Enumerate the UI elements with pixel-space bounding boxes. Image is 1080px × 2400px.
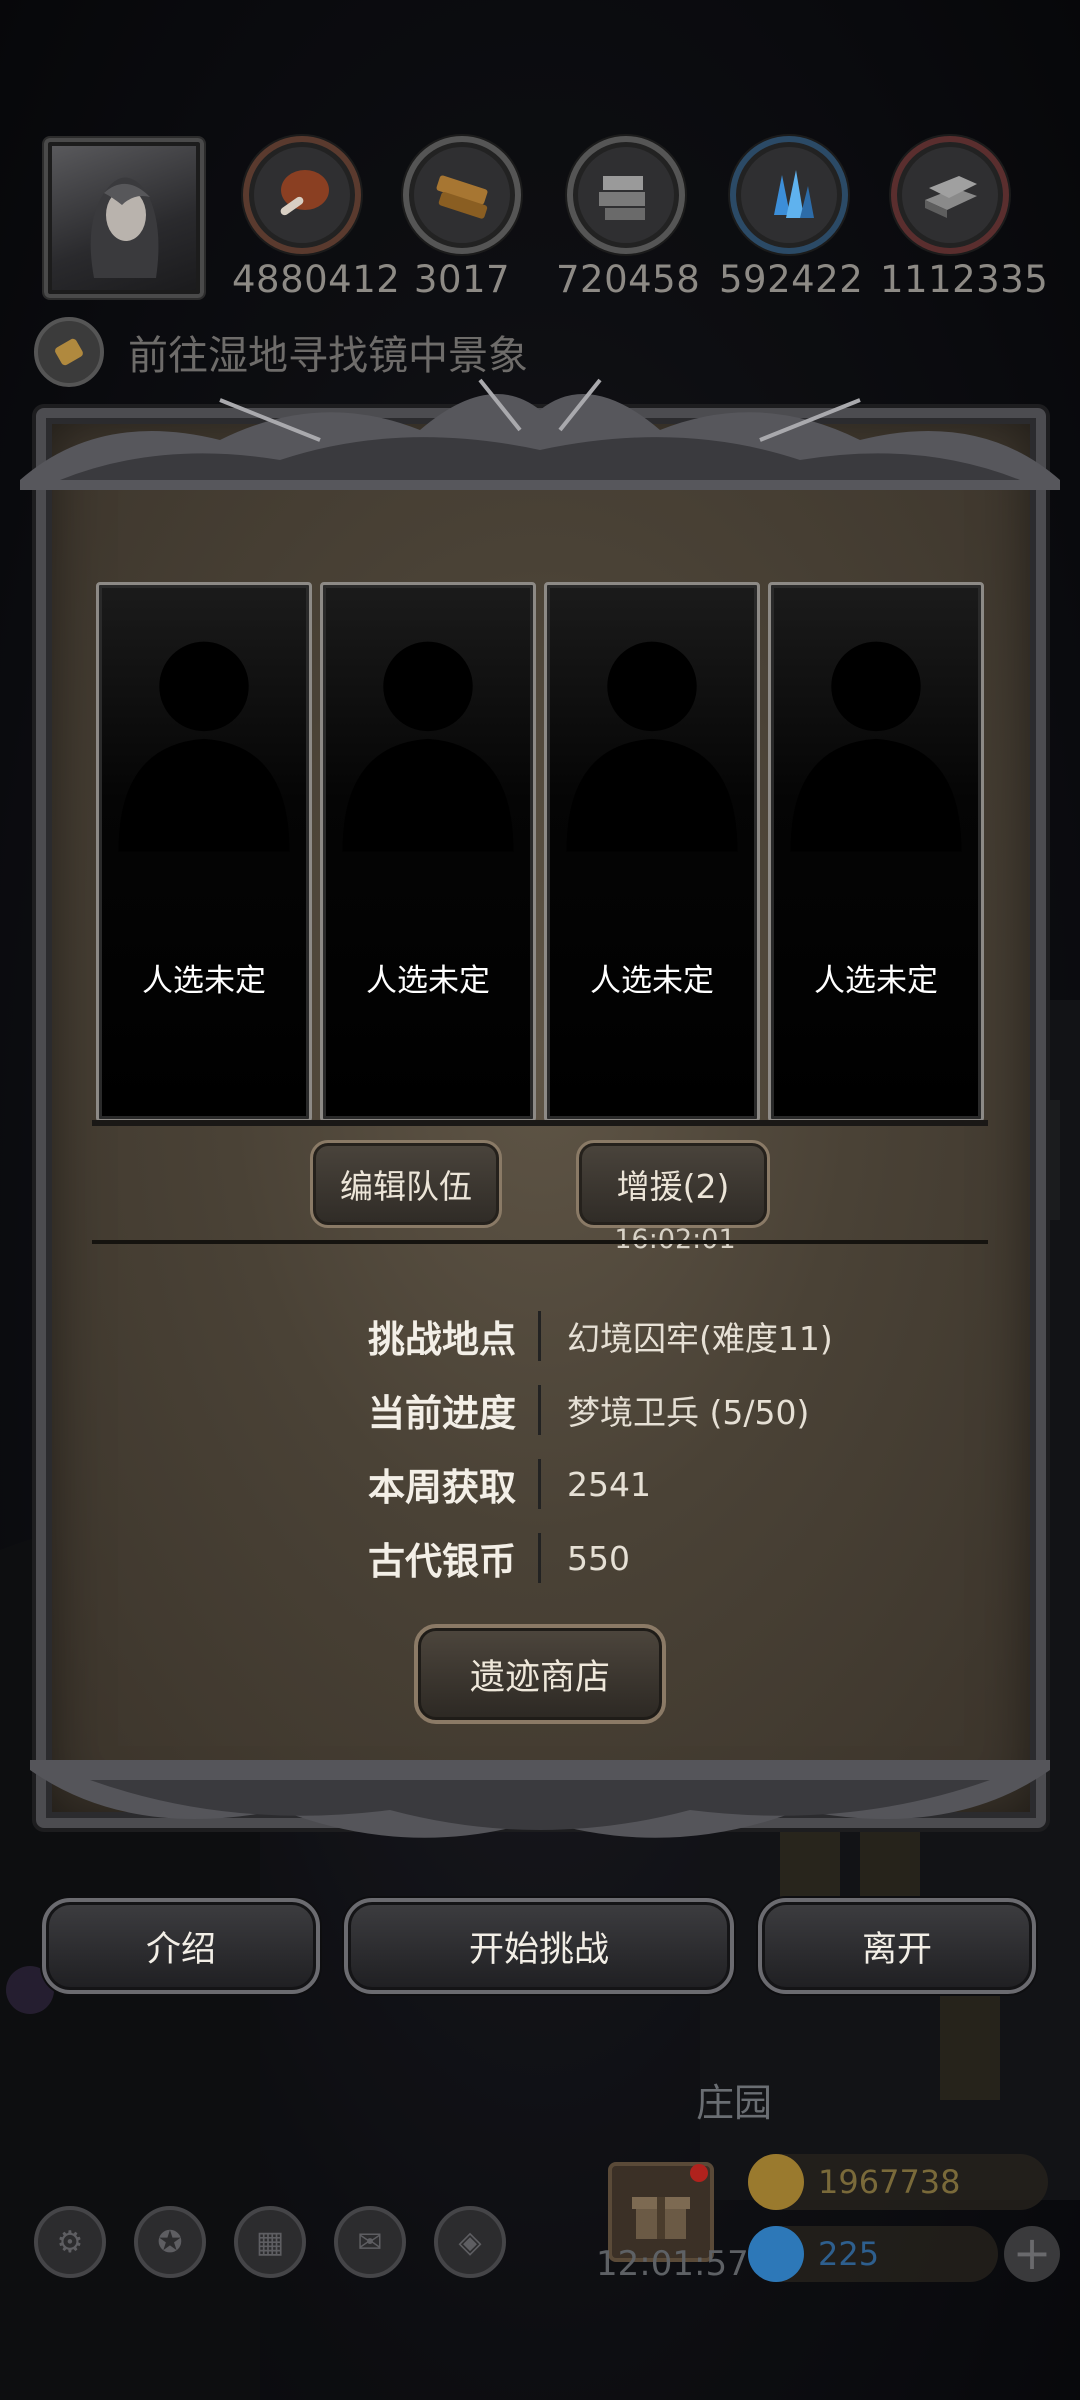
manor-label: 庄园 — [696, 2081, 773, 2125]
panel-bottom-ornament — [30, 1760, 1050, 1838]
gem-icon — [748, 2226, 804, 2282]
resource-meat: 4880412 — [232, 136, 401, 301]
info-key: 挑战地点 — [368, 1318, 516, 1361]
relic-shop-button[interactable]: 遗迹商店 — [414, 1624, 666, 1724]
info-value: 幻境囚牢(难度11) — [567, 1319, 833, 1358]
team-slot-4[interactable]: 人选未定 — [768, 582, 984, 1122]
intro-button[interactable]: 介绍 — [42, 1898, 320, 1994]
slot-shelf — [92, 1120, 988, 1126]
gem-currency: 225 — [748, 2226, 998, 2282]
info-separator — [538, 1533, 541, 1583]
team-slot-2[interactable]: 人选未定 — [320, 582, 536, 1122]
panel-top-ornament — [20, 378, 1060, 490]
team-slot-label: 人选未定 — [814, 963, 938, 999]
iron-icon — [891, 136, 1009, 254]
reinforce-button[interactable]: 增援(2) — [576, 1140, 770, 1228]
meat-icon — [243, 136, 361, 254]
team-slot-label: 人选未定 — [142, 963, 266, 999]
settings-icon[interactable]: ⚙ — [34, 2206, 106, 2278]
info-key: 当前进度 — [368, 1392, 516, 1435]
gold-currency: 1967738 — [748, 2154, 1048, 2210]
team-slot-label: 人选未定 — [366, 963, 490, 999]
gold-coin-icon — [748, 2154, 804, 2210]
player-portrait[interactable] — [44, 138, 204, 298]
leave-button[interactable]: 离开 — [758, 1898, 1036, 1994]
info-row-weekly: 本周获取 2541 — [330, 1454, 651, 1514]
notification-dot — [690, 2164, 708, 2182]
resource-crystal: 592422 — [719, 136, 864, 301]
info-separator — [538, 1385, 541, 1435]
info-value: 550 — [567, 1538, 630, 1578]
info-row-coin: 古代银币 550 — [330, 1528, 630, 1588]
gold-value: 1967738 — [818, 2163, 961, 2201]
silhouette-icon — [342, 641, 514, 852]
silhouette-icon — [790, 641, 962, 852]
compass-icon[interactable]: ✪ — [134, 2206, 206, 2278]
silhouette-icon — [566, 641, 738, 852]
resource-stone-value: 720458 — [556, 258, 701, 301]
info-key: 本周获取 — [368, 1466, 516, 1509]
resource-iron: 1112335 — [880, 136, 1049, 301]
info-separator — [538, 1311, 541, 1361]
bag-icon[interactable]: ◈ — [434, 2206, 506, 2278]
stone-icon — [567, 136, 685, 254]
panel-divider — [92, 1240, 988, 1244]
info-row-location: 挑战地点 幻境囚牢(难度11) — [330, 1306, 833, 1366]
edit-team-button[interactable]: 编辑队伍 — [310, 1140, 502, 1228]
gem-value: 225 — [818, 2235, 880, 2273]
team-slot-3[interactable]: 人选未定 — [544, 582, 760, 1122]
start-challenge-button[interactable]: 开始挑战 — [344, 1898, 734, 1994]
resource-stone: 720458 — [556, 136, 701, 301]
silhouette-icon — [118, 641, 290, 852]
wood-icon — [403, 136, 521, 254]
add-currency-button[interactable]: + — [1004, 2226, 1060, 2282]
info-key: 古代银币 — [368, 1540, 516, 1583]
mail-icon[interactable]: ✉ — [334, 2206, 406, 2278]
info-row-progress: 当前进度 梦境卫兵 (5/50) — [330, 1380, 809, 1440]
resource-wood: 3017 — [392, 136, 532, 301]
resource-crystal-value: 592422 — [719, 258, 864, 301]
info-value: 梦境卫兵 (5/50) — [567, 1393, 810, 1432]
avatar — [90, 177, 159, 278]
hud-clock: 12:01:57 — [596, 2244, 749, 2284]
info-separator — [538, 1459, 541, 1509]
resource-meat-value: 4880412 — [232, 258, 401, 301]
map-icon[interactable]: ▦ — [234, 2206, 306, 2278]
resource-wood-value: 3017 — [413, 258, 511, 301]
team-slot-1[interactable]: 人选未定 — [96, 582, 312, 1122]
crystal-icon — [730, 136, 848, 254]
resource-iron-value: 1112335 — [880, 258, 1049, 301]
team-slot-label: 人选未定 — [590, 963, 714, 999]
info-value: 2541 — [567, 1464, 651, 1504]
